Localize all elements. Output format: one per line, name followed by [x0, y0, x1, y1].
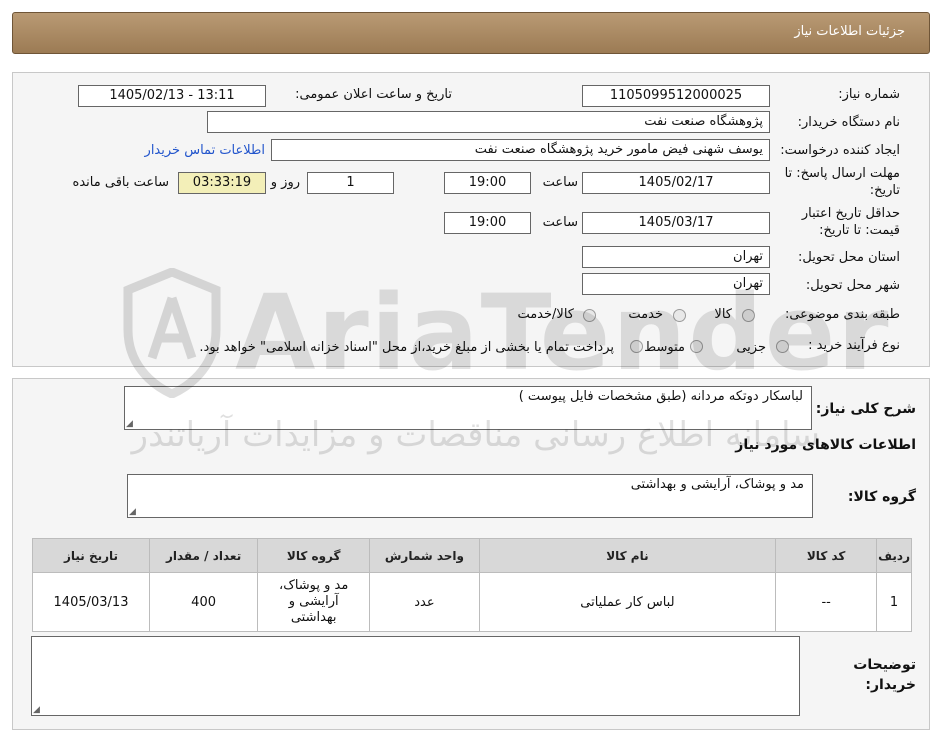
col-name-header: نام کالا: [478, 538, 777, 573]
buyer-org-field: پژوهشگاه صنعت نفت: [207, 111, 770, 133]
group-textarea[interactable]: مد و پوشاک، آرایشی و بهداشتی ◢: [127, 474, 813, 518]
cell-name: لباس کار عملیاتی: [478, 572, 777, 632]
col-group-header: گروه کالا: [257, 538, 371, 573]
deadline-label-line1: مهلت ارسال پاسخ: تا: [784, 166, 900, 181]
page-header: جزئیات اطلاعات نیاز: [12, 12, 930, 54]
remaining-time-label: ساعت باقی مانده: [72, 175, 169, 190]
deadline-time-label: ساعت: [542, 175, 578, 190]
notes-label-line2: خریدار:: [865, 677, 916, 693]
creator-label: ایجاد کننده درخواست:: [780, 143, 900, 158]
buyer-contact-link[interactable]: اطلاعات تماس خریدار: [145, 143, 265, 158]
subtitle-watermark: سامانه اطلاع رسانی مناقصات و مزایدات آری…: [131, 415, 820, 455]
col-unit-header: واحد شمارش: [369, 538, 480, 573]
deadline-date-field: 1405/02/17: [582, 172, 770, 194]
need-number-field: 1105099512000025: [582, 85, 770, 107]
col-code-header: کد کالا: [775, 538, 878, 573]
validity-label-line1: حداقل تاریخ اعتبار: [801, 206, 900, 221]
province-field: تهران: [582, 246, 770, 268]
notes-label-line1: توضیحات: [853, 657, 916, 673]
page-title: جزئیات اطلاعات نیاز: [794, 24, 905, 39]
deadline-time-field: 19:00: [444, 172, 531, 194]
remaining-time-field: 03:33:19: [178, 172, 266, 194]
cell-group: مد و پوشاک، آرایشی و بهداشتی: [257, 572, 371, 632]
brand-watermark: AriaTender: [235, 272, 891, 394]
cell-code: --: [775, 572, 878, 632]
col-qty-header: تعداد / مقدار: [149, 538, 259, 573]
validity-time-field: 19:00: [444, 212, 531, 234]
group-text: مد و پوشاک، آرایشی و بهداشتی: [630, 477, 804, 492]
table-header-row: ردیف کد کالا نام کالا واحد شمارش گروه کا…: [31, 538, 912, 573]
need-number-label: شماره نیاز:: [838, 87, 900, 102]
validity-time-label: ساعت: [542, 215, 578, 230]
announce-field: 1405/02/13 - 13:11: [78, 85, 266, 107]
items-table: ردیف کد کالا نام کالا واحد شمارش گروه کا…: [31, 538, 912, 632]
summary-label: شرح کلی نیاز:: [815, 401, 916, 417]
days-field: 1: [307, 172, 394, 194]
col-date-header: تاریخ نیاز: [31, 538, 151, 573]
notes-textarea[interactable]: ◢: [31, 636, 800, 716]
cell-unit: عدد: [369, 572, 480, 632]
cell-date: 1405/03/13: [31, 572, 151, 632]
announce-label: تاریخ و ساعت اعلان عمومی:: [295, 87, 452, 102]
validity-label-line2: قیمت: تا تاریخ:: [819, 223, 900, 238]
cell-qty: 400: [149, 572, 259, 632]
aria-logo-watermark: [123, 268, 221, 398]
deadline-label-line2: تاریخ:: [869, 183, 900, 198]
buyer-org-label: نام دستگاه خریدار:: [797, 115, 900, 130]
table-row: 1 -- لباس کار عملیاتی عدد مد و پوشاک، آر…: [31, 572, 912, 632]
col-row-header: ردیف: [876, 538, 912, 573]
cell-row: 1: [876, 572, 912, 632]
validity-date-field: 1405/03/17: [582, 212, 770, 234]
province-label: استان محل تحویل:: [798, 250, 900, 265]
days-label: روز و: [270, 175, 300, 190]
group-label: گروه کالا:: [847, 489, 916, 505]
resize-grip-icon[interactable]: ◢: [33, 706, 40, 715]
creator-field: یوسف شهنی فیض مامور خرید پژوهشگاه صنعت ن…: [271, 139, 770, 161]
resize-grip-icon[interactable]: ◢: [129, 508, 136, 517]
